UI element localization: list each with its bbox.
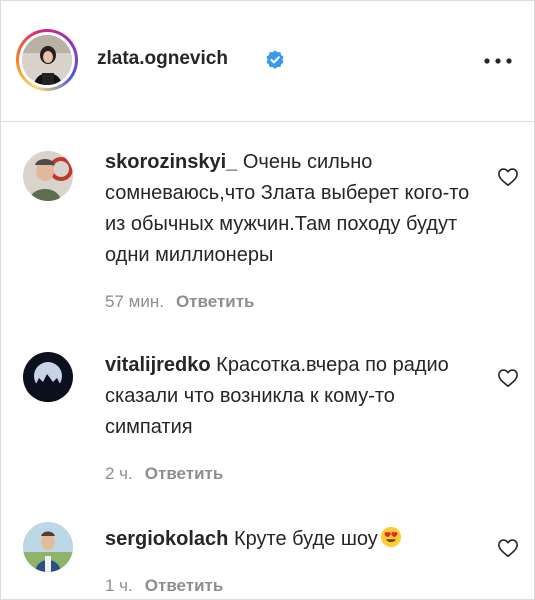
- author-username[interactable]: zlata.ognevich: [97, 48, 228, 70]
- like-heart-icon[interactable]: [497, 167, 519, 187]
- post-header: zlata.ognevich: [1, 1, 534, 122]
- commenter-avatar[interactable]: [23, 352, 73, 402]
- comment-time: 57 мин.: [105, 292, 164, 311]
- comment-meta: 2 ч. Ответить: [105, 464, 223, 484]
- like-heart-icon[interactable]: [497, 538, 519, 558]
- more-options-icon[interactable]: [483, 57, 513, 65]
- commenter-avatar[interactable]: [23, 151, 73, 201]
- commenter-avatar[interactable]: [23, 522, 73, 572]
- comment-meta: 57 мин. Ответить: [105, 292, 255, 312]
- comment-username[interactable]: vitalijredko: [105, 354, 211, 376]
- reply-button[interactable]: Ответить: [176, 292, 255, 311]
- author-avatar[interactable]: [16, 29, 78, 91]
- reply-button[interactable]: Ответить: [145, 576, 224, 595]
- comment-body: skorozinskyi_ Очень сильно сомневаюсь,чт…: [105, 147, 485, 271]
- comment-username[interactable]: sergiokolach: [105, 528, 228, 550]
- comment-body: sergiokolach Круте буде шоу: [105, 524, 485, 555]
- verified-badge-icon: [266, 50, 284, 69]
- comment-username[interactable]: skorozinskyi_: [105, 151, 237, 173]
- heart-eyes-emoji-icon: [380, 526, 401, 548]
- comment-time: 2 ч.: [105, 464, 133, 483]
- author-avatar-image: [22, 35, 72, 85]
- like-heart-icon[interactable]: [497, 368, 519, 388]
- reply-button[interactable]: Ответить: [145, 464, 224, 483]
- story-ring-gap: [19, 32, 75, 88]
- comment-meta: 1 ч. Ответить: [105, 576, 223, 596]
- comment-text: Круте буде шоу: [233, 528, 378, 550]
- comment-body: vitalijredko Красотка.вчера по радио ска…: [105, 350, 485, 443]
- comment-time: 1 ч.: [105, 576, 133, 595]
- comments-panel: zlata.ognevich skorozinskyi_ Очень сильн…: [0, 0, 535, 600]
